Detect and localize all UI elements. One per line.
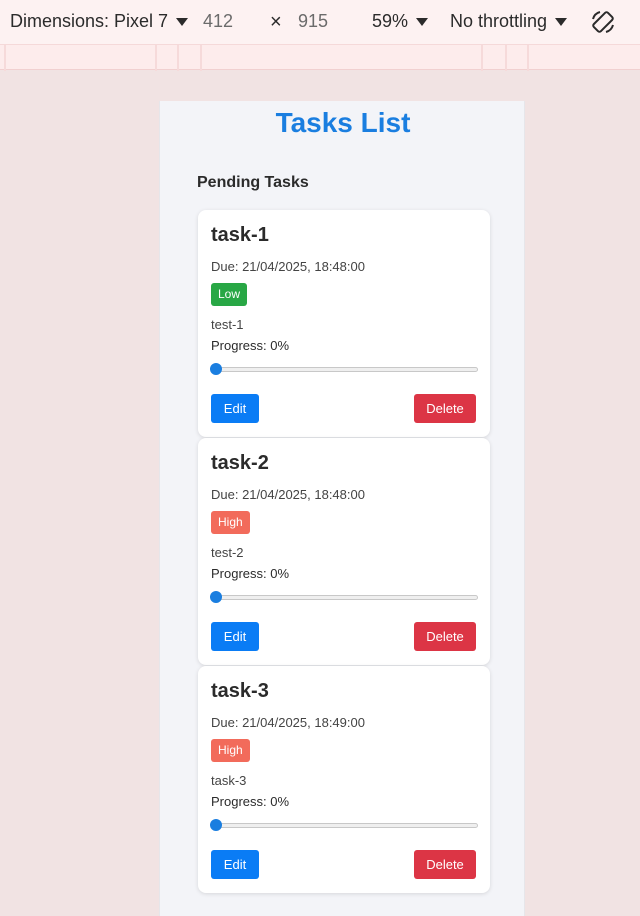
device-viewport: Tasks List Pending Tasks task-1 Due: 21/… (159, 101, 525, 916)
page-title: Tasks List (275, 107, 411, 138)
edit-button[interactable]: Edit (211, 850, 259, 879)
task-card: task-3 Due: 21/04/2025, 18:49:00 High ta… (198, 666, 490, 893)
task-due: Due: 21/04/2025, 18:49:00 (211, 715, 365, 730)
progress-slider[interactable] (210, 591, 478, 603)
zoom-select[interactable]: 59% (372, 11, 429, 32)
delete-button[interactable]: Delete (414, 394, 476, 423)
priority-badge: Low (211, 283, 248, 306)
throttling-label: No throttling (450, 11, 548, 31)
edit-button[interactable]: Edit (211, 394, 259, 423)
progress-slider[interactable] (210, 819, 478, 831)
priority-badge: High (211, 511, 250, 534)
slider-thumb[interactable] (210, 591, 222, 603)
priority-badge: High (211, 739, 250, 762)
width-input[interactable]: 412 (203, 11, 233, 32)
progress-label: Progress: 0% (211, 566, 290, 581)
device-label: Dimensions: Pixel 7 (10, 11, 169, 31)
task-description: task-3 (211, 773, 247, 788)
zoom-label: 59% (372, 11, 409, 31)
times-icon: × (270, 11, 282, 33)
delete-button[interactable]: Delete (414, 850, 476, 879)
task-card: task-1 Due: 21/04/2025, 18:48:00 Low tes… (198, 210, 490, 437)
slider-thumb[interactable] (210, 819, 222, 831)
task-description: test-1 (211, 317, 244, 332)
task-name: task-3 (211, 680, 269, 702)
task-card: task-2 Due: 21/04/2025, 18:48:00 High te… (198, 438, 490, 665)
chevron-down-icon (416, 17, 429, 26)
device-toolbar: Dimensions: Pixel 7 412 × 915 59% No thr… (0, 0, 640, 44)
task-name: task-1 (211, 224, 269, 246)
media-query-bar[interactable] (0, 44, 640, 71)
chevron-down-icon (176, 17, 189, 26)
device-select[interactable]: Dimensions: Pixel 7 (10, 11, 189, 32)
slider-track (211, 595, 478, 600)
chevron-down-icon (555, 17, 568, 26)
delete-button[interactable]: Delete (414, 622, 476, 651)
task-name: task-2 (211, 452, 269, 474)
progress-label: Progress: 0% (211, 794, 290, 809)
slider-track (211, 367, 478, 372)
rotate-icon[interactable] (589, 8, 617, 36)
slider-track (211, 823, 478, 828)
slider-thumb[interactable] (210, 363, 222, 375)
progress-slider[interactable] (210, 363, 478, 375)
edit-button[interactable]: Edit (211, 622, 259, 651)
task-due: Due: 21/04/2025, 18:48:00 (211, 259, 365, 274)
throttling-select[interactable]: No throttling (450, 11, 568, 32)
task-description: test-2 (211, 545, 244, 560)
progress-label: Progress: 0% (211, 338, 290, 353)
task-due: Due: 21/04/2025, 18:48:00 (211, 487, 365, 502)
section-title: Pending Tasks (197, 174, 309, 191)
height-input[interactable]: 915 (298, 11, 328, 32)
